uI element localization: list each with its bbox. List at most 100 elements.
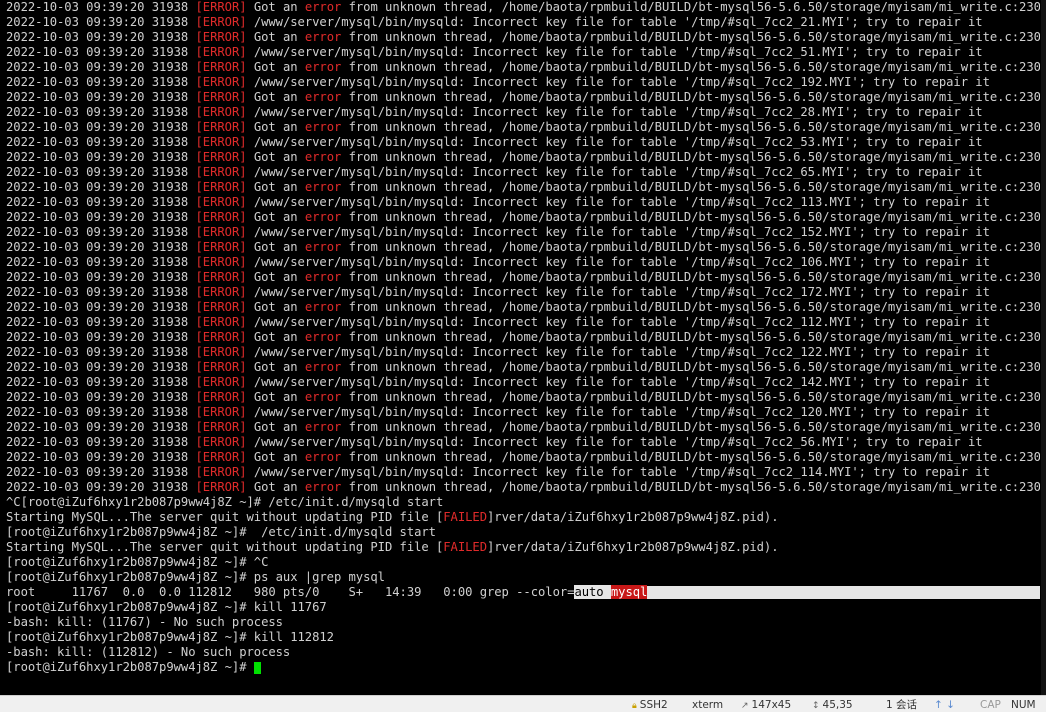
log-line: 2022-10-03 09:39:20 31938 [ERROR] Got an…: [6, 360, 1040, 375]
log-timestamp: 2022-10-03 09:39:20 31938: [6, 30, 189, 44]
log-message: Got an: [253, 210, 298, 224]
error-keyword: error: [304, 210, 342, 224]
log-message: from unknown thread, /home/baota/rpmbuil…: [348, 420, 1040, 434]
log-timestamp: 2022-10-03 09:39:20 31938: [6, 165, 189, 179]
prompt-line[interactable]: [root@iZuf6hxy1r2b087p9ww4j8Z ~]#: [6, 660, 1040, 675]
output-line: -bash: kill: (112812) - No such process: [6, 645, 1040, 660]
log-timestamp: 2022-10-03 09:39:20 31938: [6, 420, 189, 434]
failed-status: FAILED: [443, 510, 487, 524]
log-line: 2022-10-03 09:39:20 31938 [ERROR] Got an…: [6, 0, 1040, 15]
log-line: 2022-10-03 09:39:20 31938 [ERROR] /www/s…: [6, 135, 1040, 150]
output-text: ]rver/data/iZuf6hxy1r2b087p9ww4j8Z.pid).: [487, 510, 779, 524]
log-message: from unknown thread, /home/baota/rpmbuil…: [348, 90, 1040, 104]
log-message: Got an: [253, 360, 298, 374]
log-message: from unknown thread, /home/baota/rpmbuil…: [348, 450, 1040, 464]
command-text: [root@iZuf6hxy1r2b087p9ww4j8Z ~]# kill 1…: [6, 600, 327, 614]
terminal-window[interactable]: 2022-10-03 09:39:20 31938 [ERROR] Got an…: [0, 0, 1046, 695]
log-message: Got an: [253, 60, 298, 74]
error-tag: [ERROR]: [195, 165, 247, 179]
error-tag: [ERROR]: [195, 15, 247, 29]
log-message: /www/server/mysql/bin/mysqld: Incorrect …: [253, 255, 990, 269]
command-text: [root@iZuf6hxy1r2b087p9ww4j8Z ~]# ^C: [6, 555, 269, 569]
log-timestamp: 2022-10-03 09:39:20 31938: [6, 330, 189, 344]
log-timestamp: 2022-10-03 09:39:20 31938: [6, 75, 189, 89]
command-text: [root@iZuf6hxy1r2b087p9ww4j8Z ~]# kill 1…: [6, 630, 334, 644]
log-line: 2022-10-03 09:39:20 31938 [ERROR] /www/s…: [6, 405, 1040, 420]
error-tag: [ERROR]: [195, 60, 247, 74]
log-message: Got an: [253, 300, 298, 314]
log-timestamp: 2022-10-03 09:39:20 31938: [6, 225, 189, 239]
log-line: 2022-10-03 09:39:20 31938 [ERROR] Got an…: [6, 210, 1040, 225]
log-message: from unknown thread, /home/baota/rpmbuil…: [348, 270, 1040, 284]
log-message: Got an: [253, 0, 298, 14]
output-line: Starting MySQL...The server quit without…: [6, 510, 1040, 525]
log-message: from unknown thread, /home/baota/rpmbuil…: [348, 240, 1040, 254]
log-line: 2022-10-03 09:39:20 31938 [ERROR] /www/s…: [6, 15, 1040, 30]
log-line: 2022-10-03 09:39:20 31938 [ERROR] /www/s…: [6, 45, 1040, 60]
log-line: 2022-10-03 09:39:20 31938 [ERROR] Got an…: [6, 240, 1040, 255]
error-tag: [ERROR]: [195, 255, 247, 269]
lock-icon: 🔒︎: [632, 701, 637, 711]
terminal-size-label: 147x45: [751, 699, 792, 711]
log-timestamp: 2022-10-03 09:39:20 31938: [6, 210, 189, 224]
log-line: 2022-10-03 09:39:20 31938 [ERROR] /www/s…: [6, 255, 1040, 270]
log-timestamp: 2022-10-03 09:39:20 31938: [6, 405, 189, 419]
log-message: Got an: [253, 30, 298, 44]
log-message: /www/server/mysql/bin/mysqld: Incorrect …: [253, 105, 983, 119]
num-lock-indicator: NUM: [1011, 699, 1036, 711]
log-line: 2022-10-03 09:39:20 31938 [ERROR] /www/s…: [6, 285, 1040, 300]
log-message: from unknown thread, /home/baota/rpmbuil…: [348, 390, 1040, 404]
log-line: 2022-10-03 09:39:20 31938 [ERROR] Got an…: [6, 270, 1040, 285]
log-message: /www/server/mysql/bin/mysqld: Incorrect …: [253, 45, 983, 59]
log-timestamp: 2022-10-03 09:39:20 31938: [6, 180, 189, 194]
log-timestamp: 2022-10-03 09:39:20 31938: [6, 105, 189, 119]
error-tag: [ERROR]: [195, 105, 247, 119]
log-timestamp: 2022-10-03 09:39:20 31938: [6, 375, 189, 389]
log-line: 2022-10-03 09:39:20 31938 [ERROR] Got an…: [6, 330, 1040, 345]
output-text: -bash: kill: (112812) - No such process: [6, 645, 291, 659]
log-timestamp: 2022-10-03 09:39:20 31938: [6, 195, 189, 209]
resize-icon: ↗: [741, 701, 749, 711]
error-tag: [ERROR]: [195, 150, 247, 164]
log-line: 2022-10-03 09:39:20 31938 [ERROR] Got an…: [6, 120, 1040, 135]
log-message: Got an: [253, 390, 298, 404]
upload-icon: ↑: [934, 699, 943, 711]
log-timestamp: 2022-10-03 09:39:20 31938: [6, 240, 189, 254]
log-timestamp: 2022-10-03 09:39:20 31938: [6, 450, 189, 464]
error-tag: [ERROR]: [195, 315, 247, 329]
download-icon: ↓: [946, 699, 955, 711]
error-tag: [ERROR]: [195, 450, 247, 464]
error-tag: [ERROR]: [195, 300, 247, 314]
error-keyword: error: [304, 300, 342, 314]
log-timestamp: 2022-10-03 09:39:20 31938: [6, 90, 189, 104]
error-tag: [ERROR]: [195, 405, 247, 419]
output-text: ]rver/data/iZuf6hxy1r2b087p9ww4j8Z.pid).: [487, 540, 779, 554]
log-line: 2022-10-03 09:39:20 31938 [ERROR] Got an…: [6, 390, 1040, 405]
log-timestamp: 2022-10-03 09:39:20 31938: [6, 360, 189, 374]
log-line: 2022-10-03 09:39:20 31938 [ERROR] Got an…: [6, 480, 1040, 495]
command-text: [root@iZuf6hxy1r2b087p9ww4j8Z ~]# /etc/i…: [6, 525, 436, 539]
text-cursor: [253, 661, 261, 674]
log-message: from unknown thread, /home/baota/rpmbuil…: [348, 0, 1040, 14]
window-edge: [1041, 0, 1046, 695]
output-line: -bash: kill: (11767) - No such process: [6, 615, 1040, 630]
grep-match: mysql: [610, 585, 648, 599]
log-timestamp: 2022-10-03 09:39:20 31938: [6, 120, 189, 134]
log-line: 2022-10-03 09:39:20 31938 [ERROR] Got an…: [6, 60, 1040, 75]
position-icon: ↕: [812, 701, 820, 711]
log-timestamp: 2022-10-03 09:39:20 31938: [6, 300, 189, 314]
log-timestamp: 2022-10-03 09:39:20 31938: [6, 60, 189, 74]
log-message: from unknown thread, /home/baota/rpmbuil…: [348, 120, 1040, 134]
log-message: /www/server/mysql/bin/mysqld: Incorrect …: [253, 375, 990, 389]
command-text: ^C[root@iZuf6hxy1r2b087p9ww4j8Z ~]# /etc…: [6, 495, 444, 509]
log-message: Got an: [253, 120, 298, 134]
log-line: 2022-10-03 09:39:20 31938 [ERROR] /www/s…: [6, 225, 1040, 240]
error-tag: [ERROR]: [195, 345, 247, 359]
output-text: Starting MySQL...The server quit without…: [6, 540, 444, 554]
log-message: Got an: [253, 420, 298, 434]
error-keyword: error: [304, 90, 342, 104]
error-tag: [ERROR]: [195, 45, 247, 59]
log-message: Got an: [253, 270, 298, 284]
log-message: from unknown thread, /home/baota/rpmbuil…: [348, 210, 1040, 224]
log-message: Got an: [253, 450, 298, 464]
